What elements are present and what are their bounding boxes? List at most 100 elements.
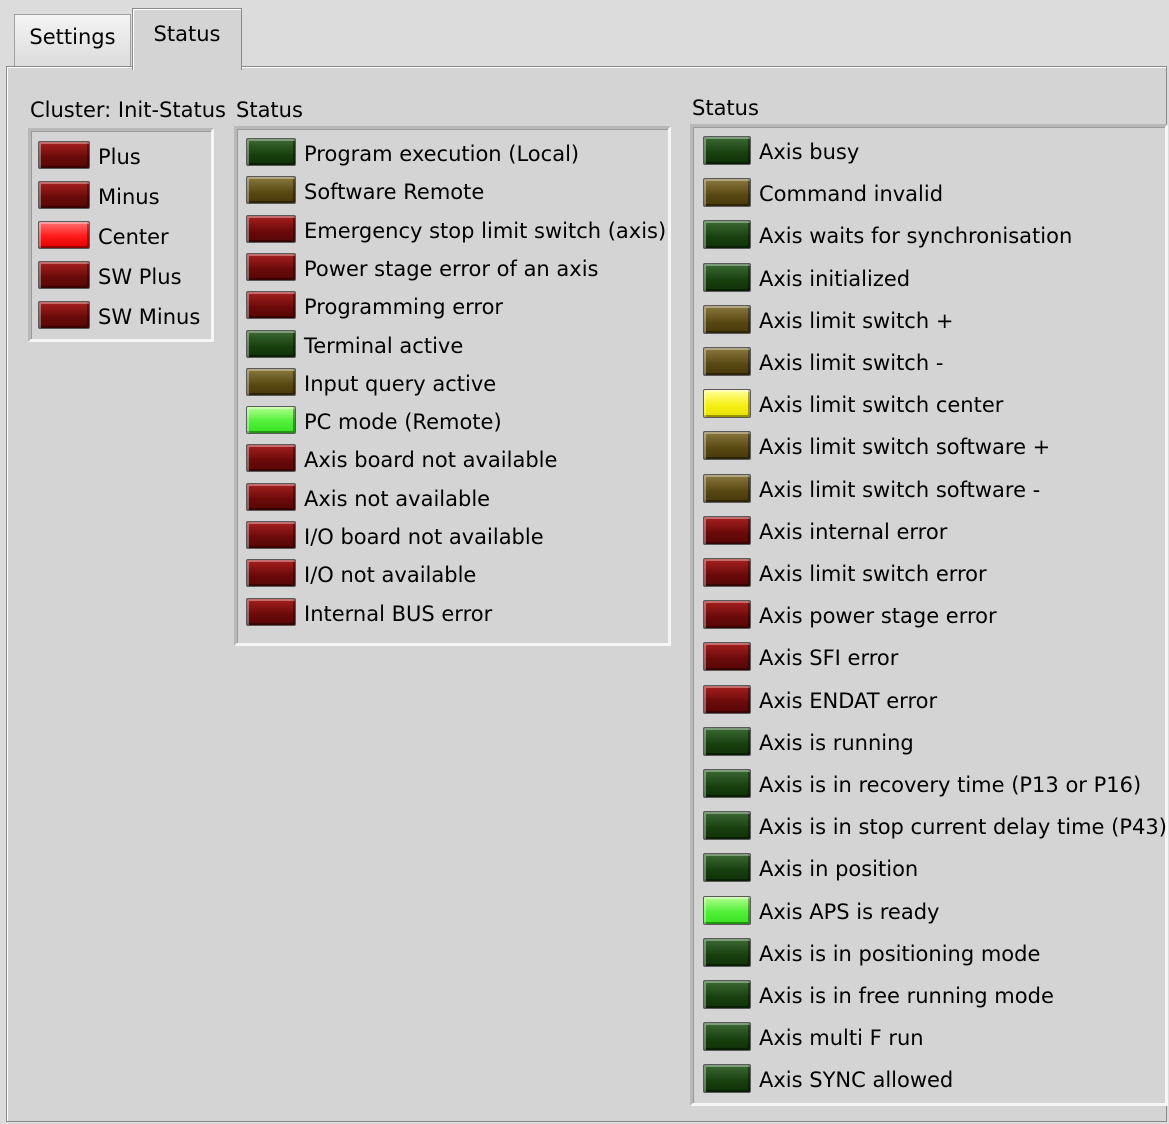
led-indicator[interactable] — [246, 521, 296, 549]
led-indicator[interactable] — [703, 726, 751, 756]
led-label: Axis busy — [759, 140, 860, 164]
led-indicator[interactable] — [703, 600, 751, 630]
led-indicator[interactable] — [246, 214, 296, 243]
status-indicator-row: Axis internal error — [703, 515, 1163, 554]
led-label: Minus — [98, 185, 160, 209]
led-indicator[interactable] — [703, 769, 751, 798]
led-indicator[interactable] — [246, 444, 296, 473]
status-indicator-row: I/O board not available — [246, 521, 666, 559]
led-label: Axis in position — [759, 857, 919, 882]
led-indicator[interactable] — [703, 136, 751, 165]
init-status-title: Cluster: Init-Status — [30, 98, 226, 122]
status-indicator-row: Axis limit switch center — [703, 389, 1163, 427]
led-indicator[interactable] — [246, 291, 296, 320]
status-indicator-row: SW Plus — [38, 261, 208, 299]
led-indicator[interactable] — [703, 642, 751, 672]
led-indicator[interactable] — [703, 473, 751, 503]
led-indicator[interactable] — [703, 1022, 751, 1052]
led-indicator[interactable] — [246, 597, 296, 626]
led-indicator[interactable] — [38, 261, 90, 289]
status-indicator-row: Emergency stop limit switch (axis) — [246, 214, 666, 253]
status-indicator-row: Programming error — [246, 291, 666, 329]
led-label: Axis initialized — [759, 266, 911, 291]
led-indicator[interactable] — [703, 389, 751, 419]
status-indicator-row: Center — [38, 221, 208, 259]
status-indicator-row: Axis in position — [703, 853, 1163, 891]
status-indicator-row: Axis limit switch software + — [703, 431, 1163, 469]
led-indicator[interactable] — [246, 252, 296, 281]
led-label: Command invalid — [759, 182, 944, 207]
led-label: Axis is in positioning mode — [759, 941, 1041, 966]
led-indicator[interactable] — [246, 406, 296, 435]
led-label: SW Minus — [98, 305, 201, 329]
led-indicator[interactable] — [703, 178, 751, 208]
led-label: Programming error — [304, 295, 504, 320]
led-label: Axis limit switch software - — [759, 477, 1041, 502]
status-indicator-row: Axis initialized — [703, 262, 1163, 301]
led-indicator[interactable] — [246, 367, 296, 396]
led-indicator[interactable] — [38, 141, 90, 169]
led-indicator[interactable] — [703, 220, 751, 250]
led-label: Axis limit switch - — [759, 351, 944, 375]
led-label: Axis internal error — [759, 519, 948, 544]
led-label: Axis SYNC allowed — [759, 1068, 954, 1093]
led-indicator[interactable] — [703, 347, 751, 376]
led-label: Axis waits for synchronisation — [759, 224, 1073, 249]
led-indicator[interactable] — [703, 262, 751, 292]
status-general-title: Status — [236, 98, 303, 122]
tab-status[interactable]: Status — [132, 8, 242, 70]
led-label: Internal BUS error — [304, 601, 493, 626]
status-indicator-row: Software Remote — [246, 176, 666, 214]
status-indicator-row: Plus — [38, 141, 208, 179]
led-indicator[interactable] — [246, 482, 296, 511]
status-indicator-row: Minus — [38, 181, 208, 219]
status-indicator-row: Axis multi F run — [703, 1022, 1163, 1060]
led-indicator[interactable] — [703, 684, 751, 714]
led-indicator[interactable] — [703, 304, 751, 334]
status-indicator-row: Power stage error of an axis — [246, 252, 666, 291]
status-indicator-row: SW Minus — [38, 301, 208, 339]
tab-settings[interactable]: Settings — [14, 14, 131, 66]
led-label: Software Remote — [304, 180, 485, 205]
led-label: I/O board not available — [304, 525, 544, 549]
led-indicator[interactable] — [246, 559, 296, 588]
led-label: Axis ENDAT error — [759, 688, 938, 713]
led-label: Axis is running — [759, 730, 914, 755]
status-indicator-row: Axis is running — [703, 726, 1163, 765]
led-indicator[interactable] — [246, 176, 296, 205]
led-label: Plus — [98, 145, 141, 169]
tab-strip: Settings Status — [0, 0, 1169, 70]
led-label: Axis is in recovery time (P13 or P16) — [759, 773, 1142, 797]
led-label: SW Plus — [98, 265, 182, 289]
led-indicator[interactable] — [38, 301, 90, 329]
status-indicator-row: Axis is in recovery time (P13 or P16) — [703, 769, 1163, 807]
led-indicator[interactable] — [703, 853, 751, 883]
led-indicator[interactable] — [703, 937, 751, 967]
led-label: Axis limit switch center — [759, 393, 1004, 418]
led-indicator[interactable] — [38, 181, 90, 209]
led-label: Axis power stage error — [759, 604, 997, 629]
led-indicator[interactable] — [703, 811, 751, 841]
status-indicator-row: Axis ENDAT error — [703, 684, 1163, 723]
status-indicator-row: Axis busy — [703, 136, 1163, 174]
status-indicator-row: Axis not available — [246, 482, 666, 521]
led-label: Axis limit switch + — [759, 308, 954, 333]
led-indicator[interactable] — [703, 431, 751, 461]
led-indicator[interactable] — [246, 138, 296, 166]
led-indicator[interactable] — [703, 558, 751, 587]
led-indicator[interactable] — [246, 329, 296, 358]
led-label: PC mode (Remote) — [304, 410, 502, 435]
led-label: Axis board not available — [304, 448, 558, 473]
led-indicator[interactable] — [38, 221, 90, 249]
status-indicator-row: Axis limit switch + — [703, 304, 1163, 343]
led-indicator[interactable] — [703, 895, 751, 925]
led-indicator[interactable] — [703, 1064, 751, 1094]
led-indicator[interactable] — [703, 980, 751, 1009]
status-indicator-row: Axis waits for synchronisation — [703, 220, 1163, 258]
led-indicator[interactable] — [703, 515, 751, 545]
status-indicator-row: Axis is in stop current delay time (P43) — [703, 811, 1167, 849]
status-indicator-row: Axis limit switch - — [703, 347, 1163, 385]
status-indicator-row: Axis limit switch error — [703, 558, 1163, 596]
status-indicator-row: Axis APS is ready — [703, 895, 1163, 934]
led-label: Axis multi F run — [759, 1026, 924, 1051]
